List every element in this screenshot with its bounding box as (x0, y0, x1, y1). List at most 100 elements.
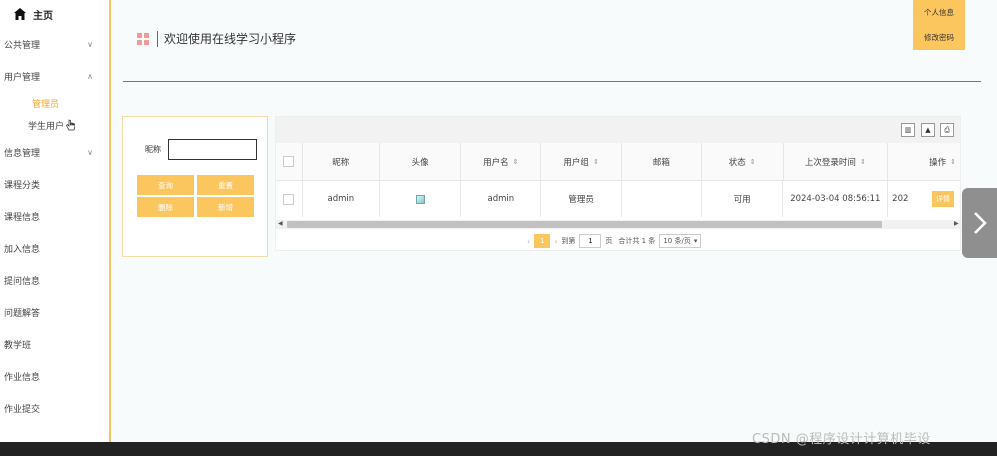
current-page[interactable]: 1 (534, 234, 551, 248)
column-label: 昵称 (332, 157, 350, 168)
chevron-up-icon: ∧ (87, 71, 93, 81)
query-button[interactable]: 查询 (137, 175, 194, 195)
select-all-checkbox[interactable] (283, 156, 295, 167)
goto-label: 到第 (561, 237, 576, 245)
grid-logo-icon (137, 32, 149, 45)
row-select-cell (276, 181, 303, 217)
table-toolbar: ▥ ▲ ⎙ (276, 117, 960, 143)
header-divider-line (123, 81, 981, 82)
page-size-select[interactable]: 10 条/页 ▾ (659, 234, 702, 248)
watermark: CSDN @程序设计计算机毕设 (752, 432, 931, 447)
sidebar-item-label: 作业信息 (4, 372, 41, 383)
sidebar-home-label: 主页 (33, 10, 53, 22)
sort-icon[interactable]: ⇕ (860, 158, 866, 166)
column-header: 昵称 (303, 143, 380, 180)
goto-page-input[interactable] (579, 234, 602, 248)
column-label: 头像 (411, 157, 429, 168)
delete-button[interactable]: 删除 (137, 197, 194, 217)
total-count: 合计共 1 条 (618, 237, 656, 245)
profile-button[interactable]: 个人信息 (913, 0, 965, 25)
nickname-input[interactable] (168, 139, 257, 160)
prev-page-icon[interactable]: ‹ (527, 237, 530, 246)
status-cell: 可用 (702, 181, 784, 217)
sort-icon[interactable]: ⇕ (513, 158, 519, 166)
sidebar-item-label: 加入信息 (4, 244, 41, 255)
row-checkbox[interactable] (283, 193, 295, 205)
next-page-icon[interactable]: › (554, 237, 557, 246)
page-title: 欢迎使用在线学习小程序 (164, 32, 297, 46)
sidebar-item-label: 公共管理 (4, 40, 41, 51)
sidebar-item-answers[interactable]: 问题解答 (0, 296, 109, 328)
scroll-left-icon[interactable]: ◀ (278, 220, 283, 227)
print-icon[interactable]: ⎙ (940, 123, 954, 137)
sidebar-item-join-info[interactable]: 加入信息 (0, 232, 109, 264)
last-login-cell: 2024-03-04 08:56:11 (783, 181, 889, 217)
column-label: 用户组 (563, 157, 589, 168)
username-cell: admin (461, 181, 542, 217)
nickname-label: 昵称 (145, 145, 161, 154)
nickname-cell: admin (303, 181, 380, 217)
column-header[interactable]: 用户名 ⇕ (461, 143, 542, 180)
column-label: 上次登录时间 (804, 157, 856, 168)
add-button[interactable]: 新增 (197, 197, 254, 217)
sidebar-sub-label: 学生用户 (28, 121, 65, 132)
search-row: 昵称 (145, 139, 257, 160)
group-cell: 管理员 (541, 181, 622, 217)
scrollbar-thumb[interactable] (287, 221, 882, 228)
action-cell: 202 详情 (888, 181, 960, 217)
table-row[interactable]: admin admin 管理员 可用 2024-03-04 08:56:11 2… (276, 181, 960, 217)
column-header: 邮箱 (622, 143, 702, 180)
main-content: 欢迎使用在线学习小程序 个人信息 修改密码 昵称 查询 重置 删除 新增 ▥ ▲… (113, 0, 997, 442)
header-divider (157, 30, 158, 47)
sidebar-item-label: 用户管理 (4, 72, 41, 83)
sidebar-item-public[interactable]: 公共管理 ∨ (0, 28, 109, 60)
sidebar-sub-admin[interactable]: 管理员 (0, 92, 109, 114)
sidebar-item-course-category[interactable]: 课程分类 (0, 168, 109, 200)
chevron-down-icon: ∨ (87, 147, 93, 157)
columns-icon[interactable]: ▥ (901, 123, 915, 137)
sidebar-item-users[interactable]: 用户管理 ∧ (0, 60, 109, 92)
column-header[interactable]: 状态 ⇕ (702, 143, 784, 180)
sidebar-item-label: 课程分类 (4, 180, 41, 191)
sidebar-item-label: 课程信息 (4, 212, 41, 223)
sidebar-item-course-info[interactable]: 课程信息 (0, 200, 109, 232)
sidebar-sub-students[interactable]: 学生用户 (0, 114, 109, 136)
reset-button[interactable]: 重置 (197, 175, 254, 195)
column-header[interactable]: 用户组 ⇕ (541, 143, 622, 180)
sidebar-item-label: 教学班 (4, 340, 32, 351)
sidebar-item-class[interactable]: 教学班 (0, 328, 109, 360)
data-table-panel: ▥ ▲ ⎙ 昵称 头像 用户名 ⇕ 用户组 ⇕ 邮箱 状态 ⇕ 上次登录时间 ⇕ 操作 ⇕… (275, 116, 962, 251)
sidebar-item-info[interactable]: 信息管理 ∨ (0, 136, 109, 168)
sidebar-home[interactable]: 主页 (0, 0, 109, 28)
next-slide-button[interactable] (962, 188, 997, 258)
top-buttons: 个人信息 修改密码 (913, 0, 965, 50)
sidebar-item-question-info[interactable]: 提问信息 (0, 264, 109, 296)
overflow-text: 202 (892, 194, 909, 204)
sidebar-item-homework[interactable]: 作业信息 (0, 360, 109, 392)
broken-image-icon (415, 194, 425, 204)
column-header[interactable]: 上次登录时间 ⇕ (784, 143, 889, 180)
column-header[interactable]: 操作 ⇕ (888, 143, 960, 180)
horizontal-scrollbar[interactable]: ◀ ▶ (276, 220, 962, 229)
page-header: 欢迎使用在线学习小程序 (137, 30, 296, 47)
sidebar: 主页 公共管理 ∨ 用户管理 ∧ 管理员 学生用户 信息管理 ∨ 课程分类 课程… (0, 0, 111, 442)
sort-icon[interactable]: ⇕ (950, 158, 956, 166)
column-label: 操作 (929, 157, 947, 168)
table-header: 昵称 头像 用户名 ⇕ 用户组 ⇕ 邮箱 状态 ⇕ 上次登录时间 ⇕ 操作 ⇕ (276, 143, 960, 181)
column-header: 头像 (380, 143, 462, 180)
column-label: 邮箱 (652, 157, 670, 168)
scroll-right-icon[interactable]: ▶ (954, 220, 959, 227)
column-label: 用户名 (483, 157, 509, 168)
sort-icon[interactable]: ⇕ (593, 158, 599, 166)
email-cell (622, 181, 702, 217)
chevron-right-icon (973, 212, 987, 234)
detail-button[interactable]: 详情 (931, 191, 954, 207)
sidebar-item-homework-submit[interactable]: 作业提交 (0, 392, 109, 424)
column-label: 状态 (728, 157, 746, 168)
sort-icon[interactable]: ⇕ (750, 158, 756, 166)
sidebar-item-label: 提问信息 (4, 276, 41, 287)
page-size-value: 10 条/页 (663, 237, 691, 245)
pagination: ‹ 1 › 到第 页 合计共 1 条 10 条/页▾ (523, 234, 702, 248)
change-password-button[interactable]: 修改密码 (913, 25, 965, 50)
export-icon[interactable]: ▲ (921, 123, 935, 137)
